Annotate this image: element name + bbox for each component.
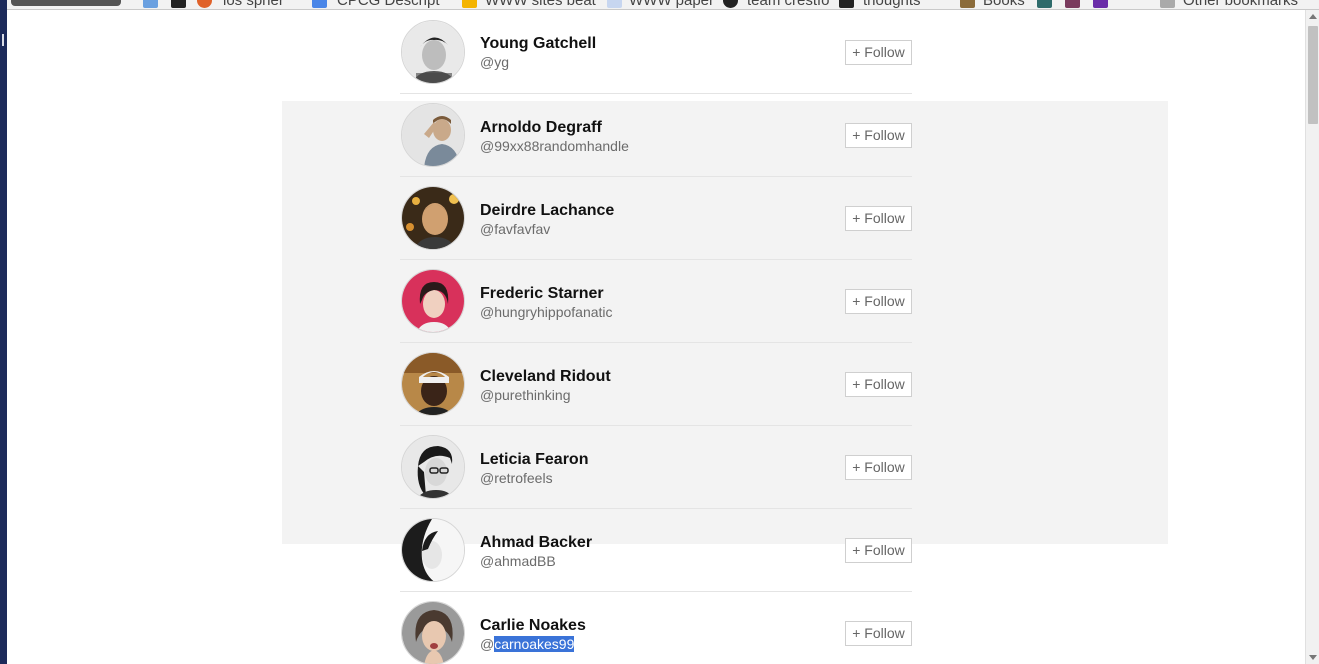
avatar[interactable] [401, 518, 465, 582]
user-handle: @purethinking [480, 387, 571, 403]
bookmark-link[interactable]: WWW sites beat [485, 0, 596, 9]
follow-button[interactable]: + Follow [845, 455, 912, 480]
follow-button[interactable]: + Follow [845, 206, 912, 231]
user-name[interactable]: Cleveland Ridout [480, 368, 611, 386]
user-handle: @ahmadBB [480, 553, 556, 569]
avatar[interactable] [401, 435, 465, 499]
follow-button[interactable]: + Follow [845, 538, 912, 563]
folder-icon [1160, 0, 1175, 8]
vertical-scrollbar[interactable] [1305, 10, 1319, 664]
user-handle: @hungryhippofanatic [480, 304, 613, 320]
bookmark-icon [171, 0, 186, 8]
follow-button[interactable]: + Follow [845, 289, 912, 314]
user-name[interactable]: Young Gatchell [480, 35, 596, 53]
bookmarks-bar: ios spher CPCG Descript WWW sites beat W… [7, 0, 1319, 10]
bookmark-icon [197, 0, 212, 8]
follow-button[interactable]: + Follow [845, 40, 912, 65]
user-name[interactable]: Frederic Starner [480, 285, 604, 303]
user-name[interactable]: Carlie Noakes [480, 617, 586, 635]
handle-prefix: @ [480, 636, 495, 652]
bookmark-link[interactable]: CPCG Descript [337, 0, 440, 9]
browser-tab-fragment[interactable] [11, 0, 121, 6]
window-edge-handle [2, 34, 4, 46]
gem-icon [607, 0, 622, 8]
user-handle: @99xx88randomhandle [480, 138, 629, 154]
bookmark-link[interactable]: WWW paper [629, 0, 714, 9]
bookmark-icon [1093, 0, 1108, 8]
bookmark-icon [1065, 0, 1080, 8]
bookmark-link[interactable]: ios spher [223, 0, 284, 9]
user-handle: @favfavfav [480, 221, 551, 237]
selected-text: carnoakes99 [494, 636, 575, 652]
notion-icon [839, 0, 854, 8]
user-row: Cleveland Ridout @purethinking + Follow [400, 343, 912, 426]
user-handle: @carnoakes99 [480, 636, 575, 652]
bookmark-link[interactable]: thoughts [863, 0, 921, 9]
user-row: Frederic Starner @hungryhippofanatic + F… [400, 260, 912, 343]
user-handle: @retrofeels [480, 470, 553, 486]
avatar[interactable] [401, 186, 465, 250]
avatar[interactable] [401, 352, 465, 416]
scrollbar-thumb[interactable] [1308, 26, 1318, 124]
user-row: Ahmad Backer @ahmadBB + Follow [400, 509, 912, 592]
follow-button[interactable]: + Follow [845, 621, 912, 646]
doc-icon [312, 0, 327, 8]
window-edge [0, 0, 7, 664]
github-icon [723, 0, 738, 8]
user-row: Carlie Noakes @carnoakes99 + Follow [400, 592, 912, 664]
user-row: Leticia Fearon @retrofeels + Follow [400, 426, 912, 509]
bookmark-link[interactable]: team crestfo [747, 0, 830, 9]
user-row: Deirdre Lachance @favfavfav + Follow [400, 177, 912, 260]
avatar[interactable] [401, 269, 465, 333]
bookmark-link[interactable]: Books [983, 0, 1025, 9]
user-handle: @yg [480, 54, 509, 70]
avatar[interactable] [401, 601, 465, 664]
scroll-down-arrow-icon[interactable] [1309, 655, 1317, 660]
follow-button[interactable]: + Follow [845, 372, 912, 397]
user-name[interactable]: Arnoldo Degraff [480, 119, 602, 137]
user-row: Young Gatchell @yg + Follow [400, 10, 912, 94]
follow-button[interactable]: + Follow [845, 123, 912, 148]
user-list: Young Gatchell @yg + Follow Arnoldo Degr… [400, 10, 912, 664]
user-name[interactable]: Deirdre Lachance [480, 202, 614, 220]
books-icon [960, 0, 975, 8]
avatar[interactable] [401, 103, 465, 167]
user-row: Arnoldo Degraff @99xx88randomhandle + Fo… [400, 94, 912, 177]
scroll-up-arrow-icon[interactable] [1309, 14, 1317, 19]
folder-icon [462, 0, 477, 8]
user-name[interactable]: Ahmad Backer [480, 534, 592, 552]
user-name[interactable]: Leticia Fearon [480, 451, 588, 469]
avatar[interactable] [401, 20, 465, 84]
bookmark-icon [1037, 0, 1052, 8]
bookmark-icon [143, 0, 158, 8]
other-bookmarks-link[interactable]: Other bookmarks [1183, 0, 1298, 9]
